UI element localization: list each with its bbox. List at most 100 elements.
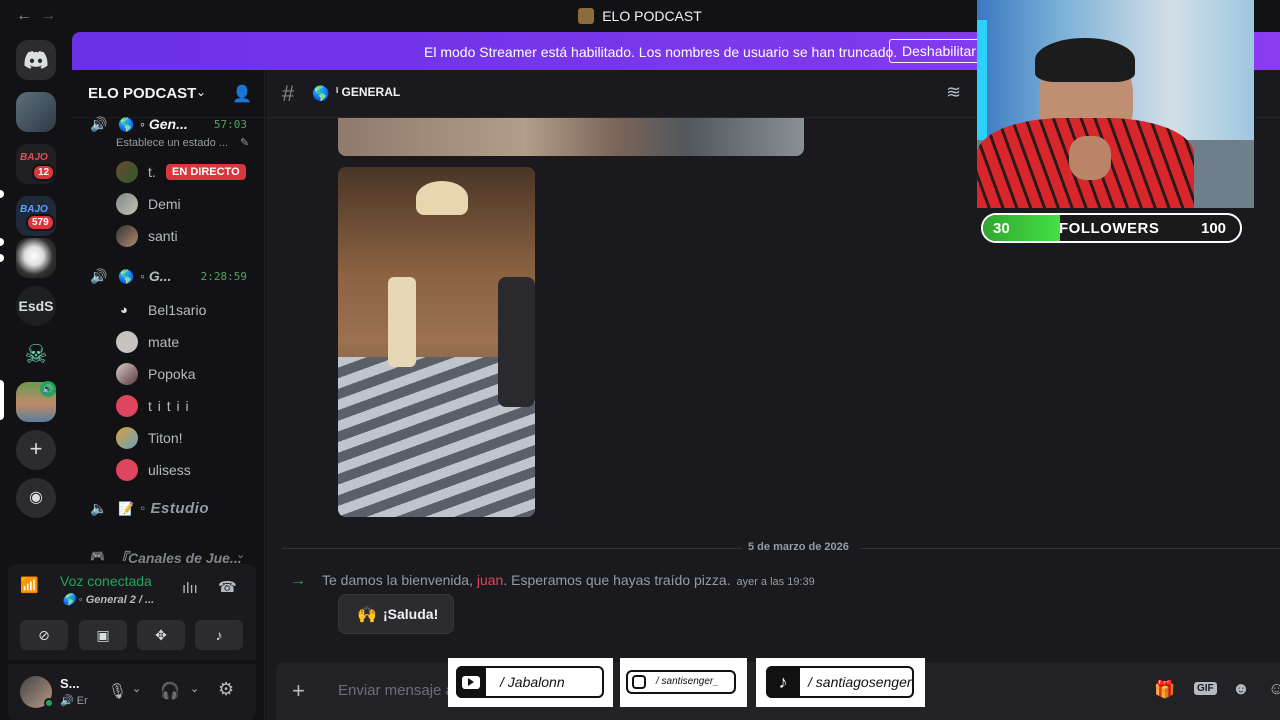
youtube-icon <box>462 675 480 689</box>
channel-name: ᴵ GENERAL <box>336 85 401 99</box>
activities-button[interactable]: ✥ <box>137 620 185 650</box>
chevron-down-icon[interactable]: ⌄ <box>190 682 199 695</box>
join-text-prefix: Te damos la bienvenida, <box>322 572 477 588</box>
discord-home-button[interactable] <box>16 40 56 80</box>
avatar <box>116 427 138 449</box>
wave-label: ¡Saluda! <box>383 606 439 622</box>
hashtag-icon: # <box>282 81 295 106</box>
screen-share-button[interactable]: ▣ <box>79 620 127 650</box>
voice-channel-link[interactable]: 🌎 ◦ General 2 / ... <box>62 593 154 606</box>
youtube-handle: / Jabalonn <box>500 674 565 690</box>
discord-avatar-icon <box>116 459 138 481</box>
message-input[interactable]: Enviar mensaje a <box>338 682 454 699</box>
voice-channel-estudio[interactable]: 🔈 📝 ◦ Estudio <box>72 496 265 524</box>
divider-line <box>282 548 742 549</box>
camera-off-button[interactable]: ⊘ <box>20 620 68 650</box>
compass-icon: ◉ <box>29 489 43 506</box>
member-name: ulisess <box>148 462 191 478</box>
message-image[interactable] <box>338 118 804 156</box>
threads-icon[interactable]: ≋ <box>946 82 961 103</box>
voice-member[interactable]: Demi <box>72 190 265 218</box>
avatar <box>116 225 138 247</box>
server-icon-1[interactable] <box>16 92 56 132</box>
discover-button[interactable]: ◉ <box>16 478 56 518</box>
wave-button[interactable]: 🙌 ¡Saluda! <box>338 594 454 634</box>
voice-member[interactable]: Titon! <box>72 424 265 452</box>
instagram-social-badge: / santisenger_ <box>620 658 747 707</box>
channel-status: Establece un estado ... <box>116 137 228 149</box>
webcam-overlay <box>977 0 1254 208</box>
globe-icon: 🌎 <box>62 594 79 606</box>
voice-member[interactable]: santi <box>72 222 265 250</box>
globe-icon: 🌎 <box>312 85 330 101</box>
discord-logo-icon <box>24 51 48 69</box>
channel-name: ◦ G... <box>140 268 172 284</box>
unread-indicator <box>0 238 4 246</box>
voice-channel-general[interactable]: 🔊 🌎 ◦ Gen... 57:03 <box>72 112 265 140</box>
voice-channel-general-2[interactable]: 🔊 🌎 ◦ G... 2:28:59 <box>72 264 265 292</box>
gift-icon[interactable]: 🎁 <box>1154 680 1175 700</box>
disconnect-icon[interactable]: ☎ <box>218 578 237 596</box>
gif-icon[interactable]: GIF <box>1194 682 1217 695</box>
window-title-text: ELO PODCAST <box>602 8 702 24</box>
wave-sticker-icon: 🙌 <box>357 607 377 624</box>
invite-people-icon[interactable]: 👤 <box>232 84 252 104</box>
chevron-down-icon: ⌄ <box>236 549 246 561</box>
microphone-icon[interactable]: 🎙 <box>108 682 127 700</box>
tiktok-social-badge: ♪ / santiagosenger <box>756 658 925 707</box>
emoji-icon[interactable]: ☺ <box>1268 679 1280 699</box>
banner-text: El modo Streamer está habilitado. Los no… <box>424 44 898 60</box>
server-icon <box>578 8 595 24</box>
avatar <box>116 363 138 385</box>
speaker-icon: 🔊 <box>90 268 108 284</box>
channel-name: ◦ Gen... <box>140 116 188 132</box>
voice-active-icon: 🔊 <box>40 381 56 397</box>
tiktok-icon: ♪ <box>766 666 800 698</box>
voice-status: Voz conectada <box>60 573 152 589</box>
noise-suppression-icon[interactable]: ılıı <box>182 580 198 597</box>
chevron-down-icon[interactable]: ⌄ <box>132 682 141 695</box>
channel-name: ◦ Estudio <box>140 500 209 517</box>
followers-current: 30 <box>993 220 1010 237</box>
memo-icon: 📝 <box>118 501 135 516</box>
lamp <box>416 181 468 215</box>
edit-status-icon[interactable]: ✎ <box>240 136 249 149</box>
add-attachment-icon[interactable]: + <box>292 678 305 704</box>
joined-username[interactable]: juan <box>477 572 503 588</box>
voice-member[interactable]: t i t i i <box>72 392 265 420</box>
member-name: t. <box>148 164 156 180</box>
soundboard-button[interactable]: ♪ <box>195 620 243 650</box>
headphones-icon[interactable]: 🎧 <box>160 681 180 701</box>
sticker-icon[interactable]: ☻ <box>1232 679 1250 699</box>
settings-gear-icon[interactable]: ⚙ <box>218 679 234 700</box>
user-substatus: 🔊 Er <box>60 695 88 707</box>
voice-member[interactable]: Popoka <box>72 360 265 388</box>
disable-streamer-mode-button[interactable]: Deshabilitar <box>889 39 989 63</box>
signal-icon[interactable]: 📶 <box>20 576 46 602</box>
server-icon-esds[interactable]: EsdS <box>16 286 56 326</box>
member-name: Popoka <box>148 366 196 382</box>
channel-timer: 2:28:59 <box>200 270 247 283</box>
username: S... <box>60 676 80 691</box>
divider-line <box>860 548 1280 549</box>
date-label: 5 de marzo de 2026 <box>748 541 849 553</box>
guild-header[interactable]: ELO PODCAST ⌄ 👤 <box>72 70 265 118</box>
voice-member[interactable]: ulisess <box>72 456 265 484</box>
voice-member[interactable]: ◕ Bel1sario <box>72 296 265 324</box>
server-icon-3[interactable] <box>16 238 56 278</box>
member-name: mate <box>148 334 180 350</box>
avatar <box>116 331 138 353</box>
message-image[interactable] <box>338 167 535 517</box>
voice-connection-panel: 📶 Voz conectada 🌎 ◦ General 2 / ... ılıı… <box>8 564 256 660</box>
server-icon-skeleton[interactable]: ☠ <box>16 334 56 374</box>
add-server-button[interactable]: + <box>16 430 56 470</box>
join-text-suffix: . Esperamos que hayas traído pizza. <box>503 572 731 588</box>
selected-indicator <box>0 380 4 420</box>
instagram-icon <box>632 675 646 689</box>
chevron-down-icon: ⌄ <box>196 85 207 99</box>
speaker-icon: 🔈 <box>90 500 108 516</box>
instagram-handle: / santisenger_ <box>656 676 719 687</box>
unread-badge: 12 <box>32 164 56 181</box>
channel-timer: 57:03 <box>213 118 247 131</box>
voice-member[interactable]: mate <box>72 328 265 356</box>
